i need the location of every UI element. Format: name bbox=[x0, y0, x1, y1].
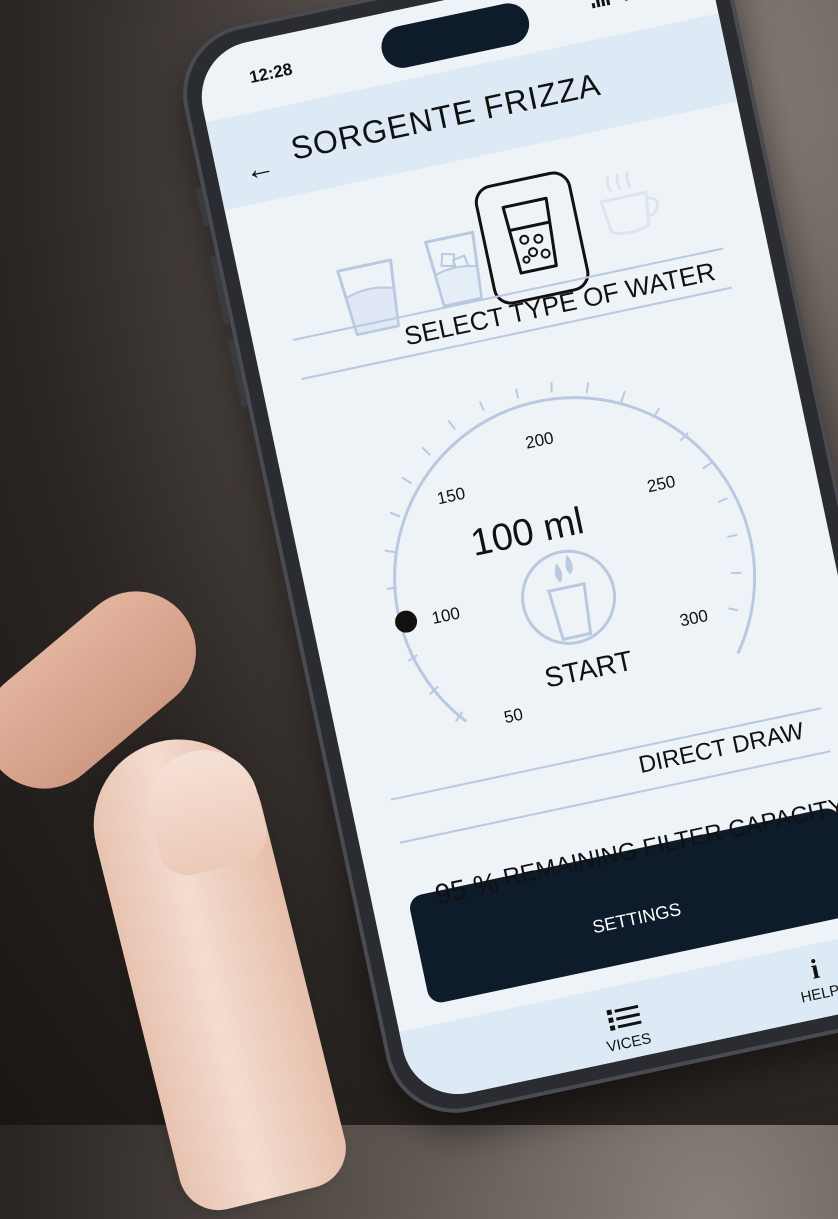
status-time: 12:28 bbox=[247, 59, 295, 88]
wifi-icon bbox=[624, 0, 629, 1]
volume-gauge[interactable]: 50 100 150 200 250 300 100 ml START bbox=[315, 304, 829, 787]
tick-250: 250 bbox=[645, 472, 677, 496]
status-icons bbox=[590, 0, 669, 8]
tick-50: 50 bbox=[502, 705, 524, 728]
tick-150: 150 bbox=[435, 484, 467, 508]
start-label[interactable]: START bbox=[542, 645, 636, 694]
list-icon bbox=[605, 1004, 642, 1032]
nav-help[interactable]: i HELP bbox=[793, 950, 838, 1007]
current-volume: 100 ml bbox=[467, 500, 587, 565]
start-button[interactable] bbox=[514, 543, 623, 652]
volume-down-button bbox=[227, 338, 248, 409]
nav-devices-label: VICES bbox=[605, 1029, 653, 1056]
sparkling-water-glass-icon bbox=[501, 196, 558, 275]
signal-icon bbox=[590, 0, 611, 8]
hot-water-cup-icon[interactable] bbox=[585, 158, 680, 253]
tick-100: 100 bbox=[430, 603, 462, 627]
nav-devices[interactable]: VICES bbox=[599, 1001, 653, 1056]
tick-200: 200 bbox=[524, 428, 556, 452]
tick-300: 300 bbox=[678, 606, 710, 630]
volume-up-button bbox=[209, 255, 231, 325]
mute-switch bbox=[195, 186, 210, 228]
